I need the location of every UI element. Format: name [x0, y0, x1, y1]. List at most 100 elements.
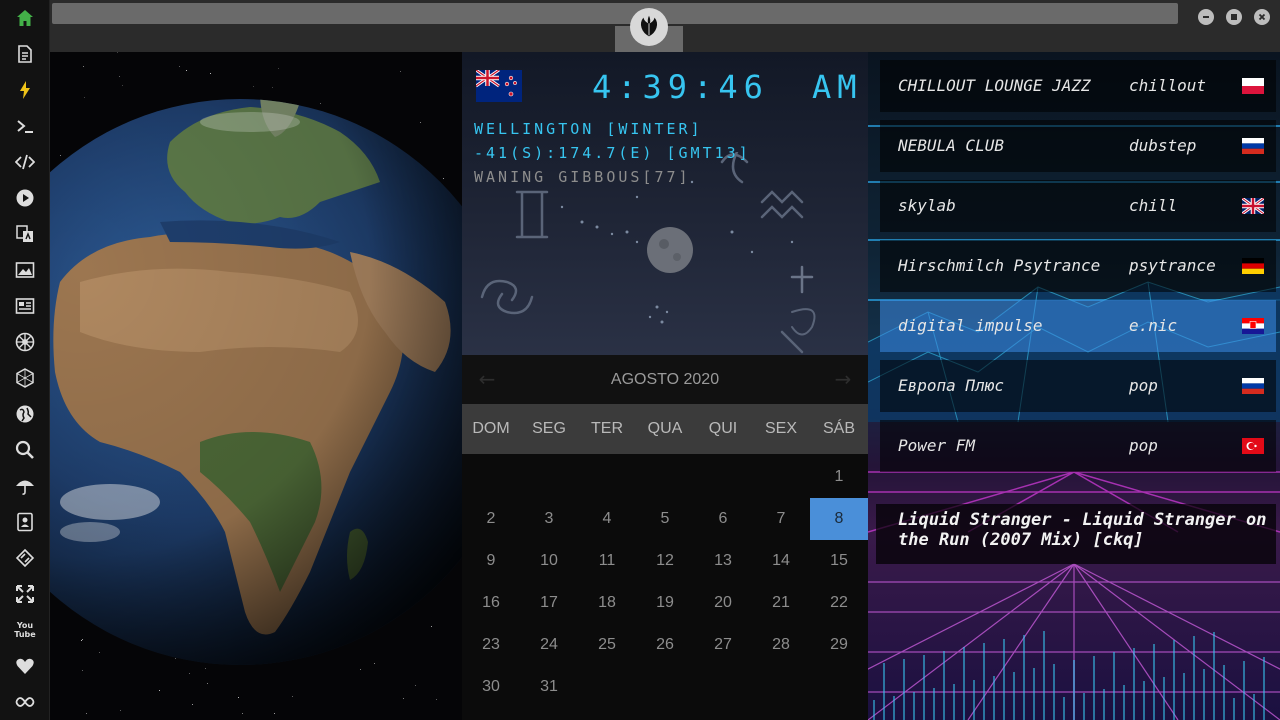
lightning-icon[interactable]	[13, 78, 37, 102]
station-genre: dubstep	[1129, 136, 1197, 155]
weekday-label: TER	[591, 420, 623, 437]
calendar-day[interactable]: 30	[462, 666, 520, 708]
galactic-empire-icon[interactable]	[13, 330, 37, 354]
globe-icon[interactable]	[13, 402, 37, 426]
contacts-icon[interactable]	[13, 510, 37, 534]
calendar-day[interactable]: 2	[462, 498, 520, 540]
station-genre: e.nic	[1129, 316, 1178, 335]
sidebar: You Tube	[0, 0, 50, 720]
radio-station[interactable]: Power FM pop	[880, 420, 1276, 472]
radio-station[interactable]: Hirschmilch Psytrance psytrance	[880, 240, 1276, 292]
heart-icon[interactable]	[13, 654, 37, 678]
station-genre: psytrance	[1129, 256, 1216, 275]
calendar-day[interactable]: 24	[520, 624, 578, 666]
now-playing-title: Liquid Stranger - Liquid Stranger on the…	[898, 510, 1267, 550]
calendar-day[interactable]: 20	[694, 582, 752, 624]
radio-station[interactable]: CHILLOUT LOUNGE JAZZ chillout	[880, 60, 1276, 112]
calendar-day[interactable]: 19	[636, 582, 694, 624]
minimize-icon[interactable]	[1198, 9, 1214, 25]
calendar-day[interactable]: 31	[520, 666, 578, 708]
calendar-weekday-header: DOM SEG TER QUA QUI SEX SÁB	[462, 404, 868, 454]
now-playing: Liquid Stranger - Liquid Stranger on the…	[876, 504, 1276, 564]
close-icon[interactable]	[1254, 9, 1270, 25]
calendar-day[interactable]: 7	[752, 498, 810, 540]
globe-panel[interactable]	[50, 52, 462, 720]
calendar-day[interactable]: 3	[520, 498, 578, 540]
calendar-day[interactable]: 9	[462, 540, 520, 582]
calendar-day[interactable]: 5	[636, 498, 694, 540]
address-bar[interactable]	[52, 3, 1178, 24]
weekday-label: SEX	[764, 420, 797, 437]
home-icon[interactable]	[13, 6, 37, 30]
calendar-day[interactable]: 25	[578, 624, 636, 666]
calendar-day[interactable]: 10	[520, 540, 578, 582]
moon-phase: WANING GIBBOUS[77]	[474, 168, 691, 186]
new-zealand-flag-icon	[476, 70, 522, 102]
station-genre: chillout	[1129, 76, 1207, 95]
play-icon[interactable]	[13, 186, 37, 210]
umbrella-icon[interactable]	[13, 474, 37, 498]
calendar-day[interactable]: 15	[810, 540, 868, 582]
weekday-label: DOM	[472, 420, 510, 437]
calendar-month-title: AGOSTO 2020	[462, 355, 868, 404]
calendar-day[interactable]: 12	[636, 540, 694, 582]
hexagon-icon[interactable]	[13, 366, 37, 390]
calendar-day[interactable]: 18	[578, 582, 636, 624]
radio-panel: CHILLOUT LOUNGE JAZZ chillout NEBULA CLUB d…	[868, 52, 1280, 720]
clock-time: 4:39:46	[592, 68, 769, 106]
code-icon[interactable]	[13, 150, 37, 174]
earth-globe[interactable]	[50, 52, 462, 720]
tag-icon[interactable]	[13, 546, 37, 570]
calendar-day[interactable]: 21	[752, 582, 810, 624]
image-icon[interactable]	[13, 258, 37, 282]
prev-month-button[interactable]: ←	[475, 367, 499, 391]
maximize-icon[interactable]	[1226, 9, 1242, 25]
search-icon[interactable]	[13, 438, 37, 462]
station-name: Power FM	[898, 436, 976, 455]
calendar-day[interactable]: 4	[578, 498, 636, 540]
station-genre: pop	[1129, 376, 1158, 395]
uk-flag-icon	[1242, 198, 1264, 214]
title-bar	[50, 0, 1280, 52]
calendar-day[interactable]: 28	[752, 624, 810, 666]
expand-icon[interactable]	[13, 582, 37, 606]
calendar-day[interactable]: 1	[810, 456, 868, 498]
next-month-button[interactable]: →	[831, 367, 855, 391]
calendar-day[interactable]: 23	[462, 624, 520, 666]
radio-station-active[interactable]: digital impulse e.nic	[880, 300, 1276, 352]
station-name: skylab	[898, 196, 956, 215]
germany-flag-icon	[1242, 258, 1264, 274]
translate-icon[interactable]	[13, 222, 37, 246]
calendar-day[interactable]: 26	[636, 624, 694, 666]
station-name: digital impulse	[898, 316, 1043, 335]
clock-location: WELLINGTON [WINTER]	[474, 120, 703, 138]
weekday-label: QUA	[647, 420, 683, 437]
clock-panel: 4:39:46 AM WELLINGTON [WINTER] -41(S):17…	[462, 52, 868, 355]
clock-ampm: AM	[812, 68, 863, 106]
station-name: NEBULA CLUB	[898, 136, 1004, 155]
weekday-label: QUI	[708, 420, 738, 437]
turkey-flag-icon	[1242, 438, 1264, 454]
calendar-day[interactable]: 14	[752, 540, 810, 582]
news-icon[interactable]	[13, 294, 37, 318]
radio-station[interactable]: NEBULA CLUB dubstep	[880, 120, 1276, 172]
infinity-icon[interactable]	[13, 690, 37, 714]
youtube-icon[interactable]: You Tube	[13, 618, 37, 642]
document-icon[interactable]	[13, 42, 37, 66]
calendar-day[interactable]: 27	[694, 624, 752, 666]
calendar-day[interactable]: 13	[694, 540, 752, 582]
calendar-day[interactable]: 22	[810, 582, 868, 624]
station-name: Европа Плюс	[898, 376, 1004, 395]
calendar-day-today[interactable]: 8	[810, 498, 868, 540]
calendar-day[interactable]: 29	[810, 624, 868, 666]
radio-station[interactable]: Европа Плюс pop	[880, 360, 1276, 412]
calendar-day[interactable]: 11	[578, 540, 636, 582]
radio-station[interactable]: skylab chill	[880, 180, 1276, 232]
terminal-icon[interactable]	[13, 114, 37, 138]
calendar-day[interactable]: 17	[520, 582, 578, 624]
russia-flag-icon	[1242, 378, 1264, 394]
calendar-day[interactable]: 6	[694, 498, 752, 540]
calendar-day[interactable]: 16	[462, 582, 520, 624]
station-name: Hirschmilch Psytrance	[898, 256, 1101, 275]
rebel-alliance-icon[interactable]	[630, 8, 668, 46]
